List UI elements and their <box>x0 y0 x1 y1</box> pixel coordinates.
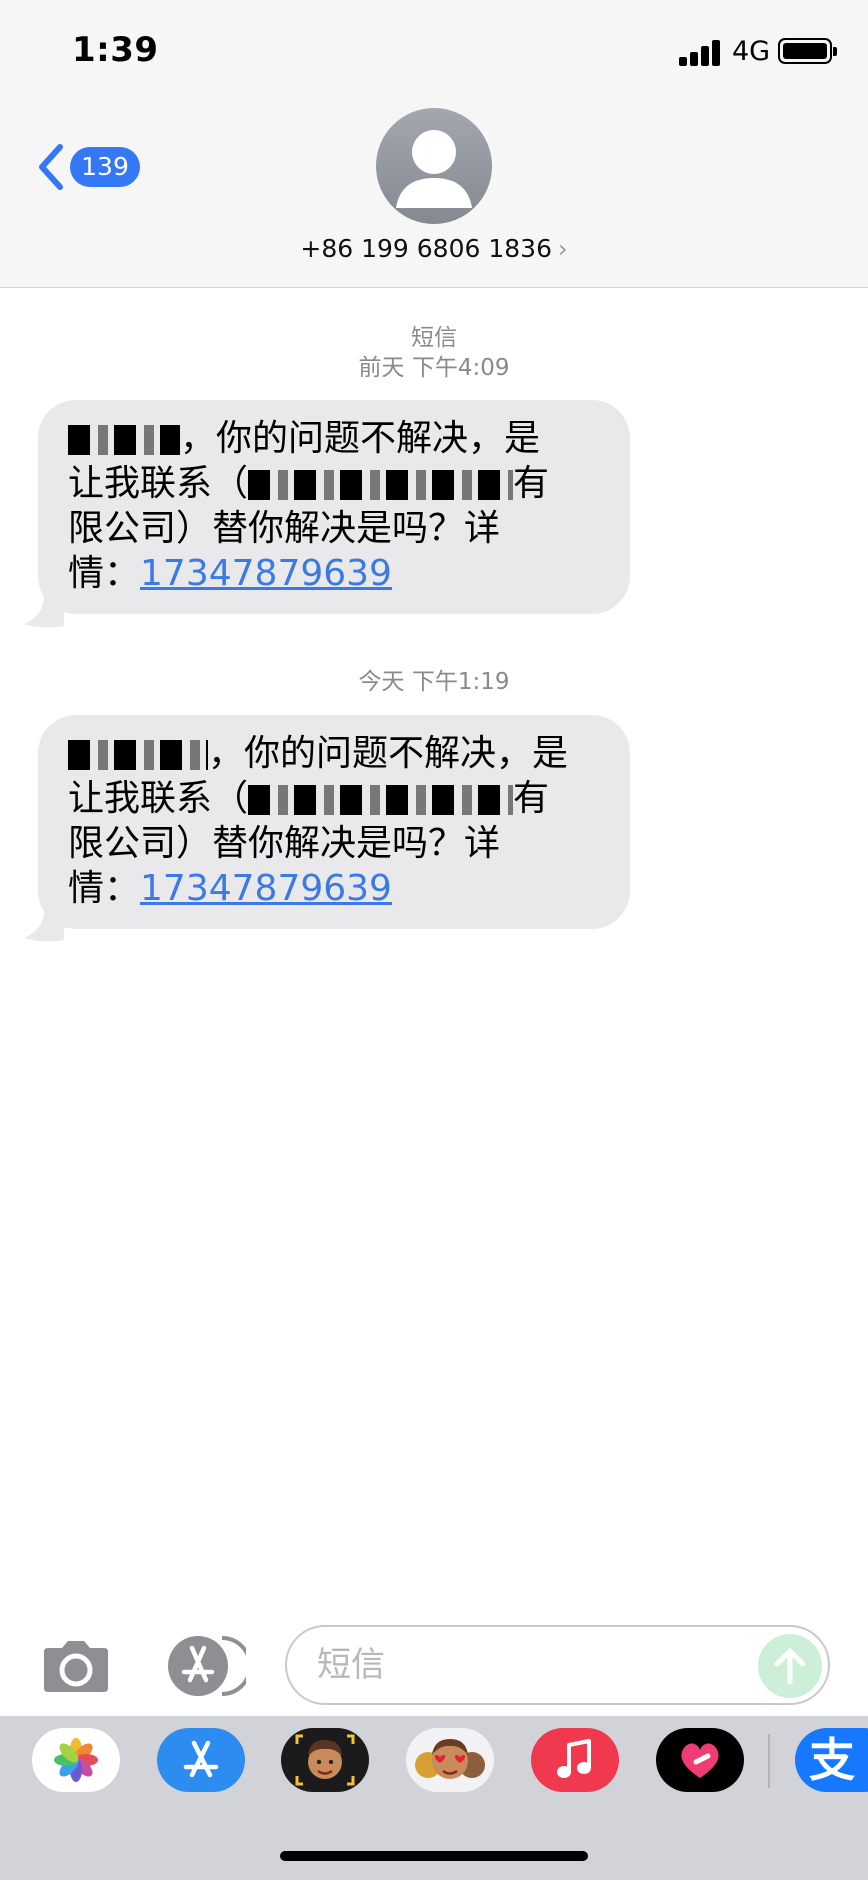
message-line: 情： <box>68 553 141 594</box>
message-line: 情： <box>68 868 141 909</box>
message-bubble[interactable]: ，你的问题不解决，是 让我联系（ 有 限公司）替你解决是吗？详 情：1734787… <box>38 400 630 614</box>
camera-icon <box>44 1641 108 1692</box>
app-store-app[interactable] <box>157 1728 245 1792</box>
status-time: 1:39 <box>72 30 159 70</box>
digital-touch-icon <box>681 1743 719 1778</box>
animoji-stickers-app[interactable] <box>406 1728 494 1792</box>
music-app[interactable] <box>531 1728 619 1792</box>
message-line: 有 <box>513 778 550 819</box>
unread-count-badge: 139 <box>70 147 140 187</box>
redacted-text <box>68 740 208 770</box>
message-timestamp: 今天 下午1:19 <box>358 669 510 695</box>
alipay-app[interactable]: 支 <box>795 1728 868 1792</box>
message-timestamp: 前天 下午4:09 <box>358 355 510 381</box>
animoji-stickers-icon <box>415 1739 485 1779</box>
contact-number: +86 199 6806 1836 <box>300 234 552 263</box>
memoji-app[interactable] <box>281 1728 369 1792</box>
message-line: ，你的问题不解决，是 <box>208 733 569 774</box>
contact-avatar[interactable] <box>376 108 492 224</box>
digital-touch-app[interactable] <box>656 1728 744 1792</box>
photos-app[interactable] <box>32 1728 120 1792</box>
photos-icon <box>54 1738 98 1782</box>
message-line: 让我联系（ <box>68 463 249 504</box>
phone-number-link[interactable]: 17347879639 <box>140 868 392 909</box>
contact-name[interactable]: +86 199 6806 1836 › <box>0 234 868 263</box>
back-button[interactable]: 139 <box>36 140 146 194</box>
redacted-text <box>248 470 514 500</box>
service-label: 短信 <box>411 325 457 351</box>
message-line: 限公司）替你解决是吗？详 <box>68 823 501 864</box>
alipay-icon: 支 <box>809 1733 855 1787</box>
app-store-icon <box>168 1636 252 1696</box>
app-store-icon <box>183 1740 219 1778</box>
network-type: 4G <box>732 36 771 67</box>
chevron-right-icon: › <box>557 235 568 263</box>
arrow-up-icon <box>774 1648 806 1685</box>
message-bubble[interactable]: ，你的问题不解决，是 让我联系（ 有 限公司）替你解决是吗？详 情：1734787… <box>38 715 630 929</box>
person-icon <box>396 130 472 208</box>
nav-header: 1:39 4G 139 +86 199 6806 1836 › <box>0 0 868 288</box>
app-store-button[interactable] <box>162 1634 252 1698</box>
home-indicator[interactable] <box>280 1851 588 1861</box>
memoji-icon <box>295 1734 355 1786</box>
music-note-icon <box>557 1739 591 1778</box>
message-line: 限公司）替你解决是吗？详 <box>68 508 501 549</box>
cellular-signal-icon <box>679 40 721 66</box>
redacted-text <box>68 425 180 455</box>
battery-icon <box>778 38 837 64</box>
redacted-text <box>248 785 514 815</box>
message-input[interactable]: 短信 <box>285 1625 830 1705</box>
message-line: ，你的问题不解决，是 <box>180 418 541 459</box>
chevron-left-icon <box>39 144 63 190</box>
drawer-divider <box>768 1734 770 1788</box>
message-line: 有 <box>513 463 550 504</box>
send-button[interactable] <box>758 1634 822 1698</box>
message-line: 让我联系（ <box>68 778 249 819</box>
camera-button[interactable] <box>40 1638 112 1694</box>
phone-number-link[interactable]: 17347879639 <box>140 553 392 594</box>
